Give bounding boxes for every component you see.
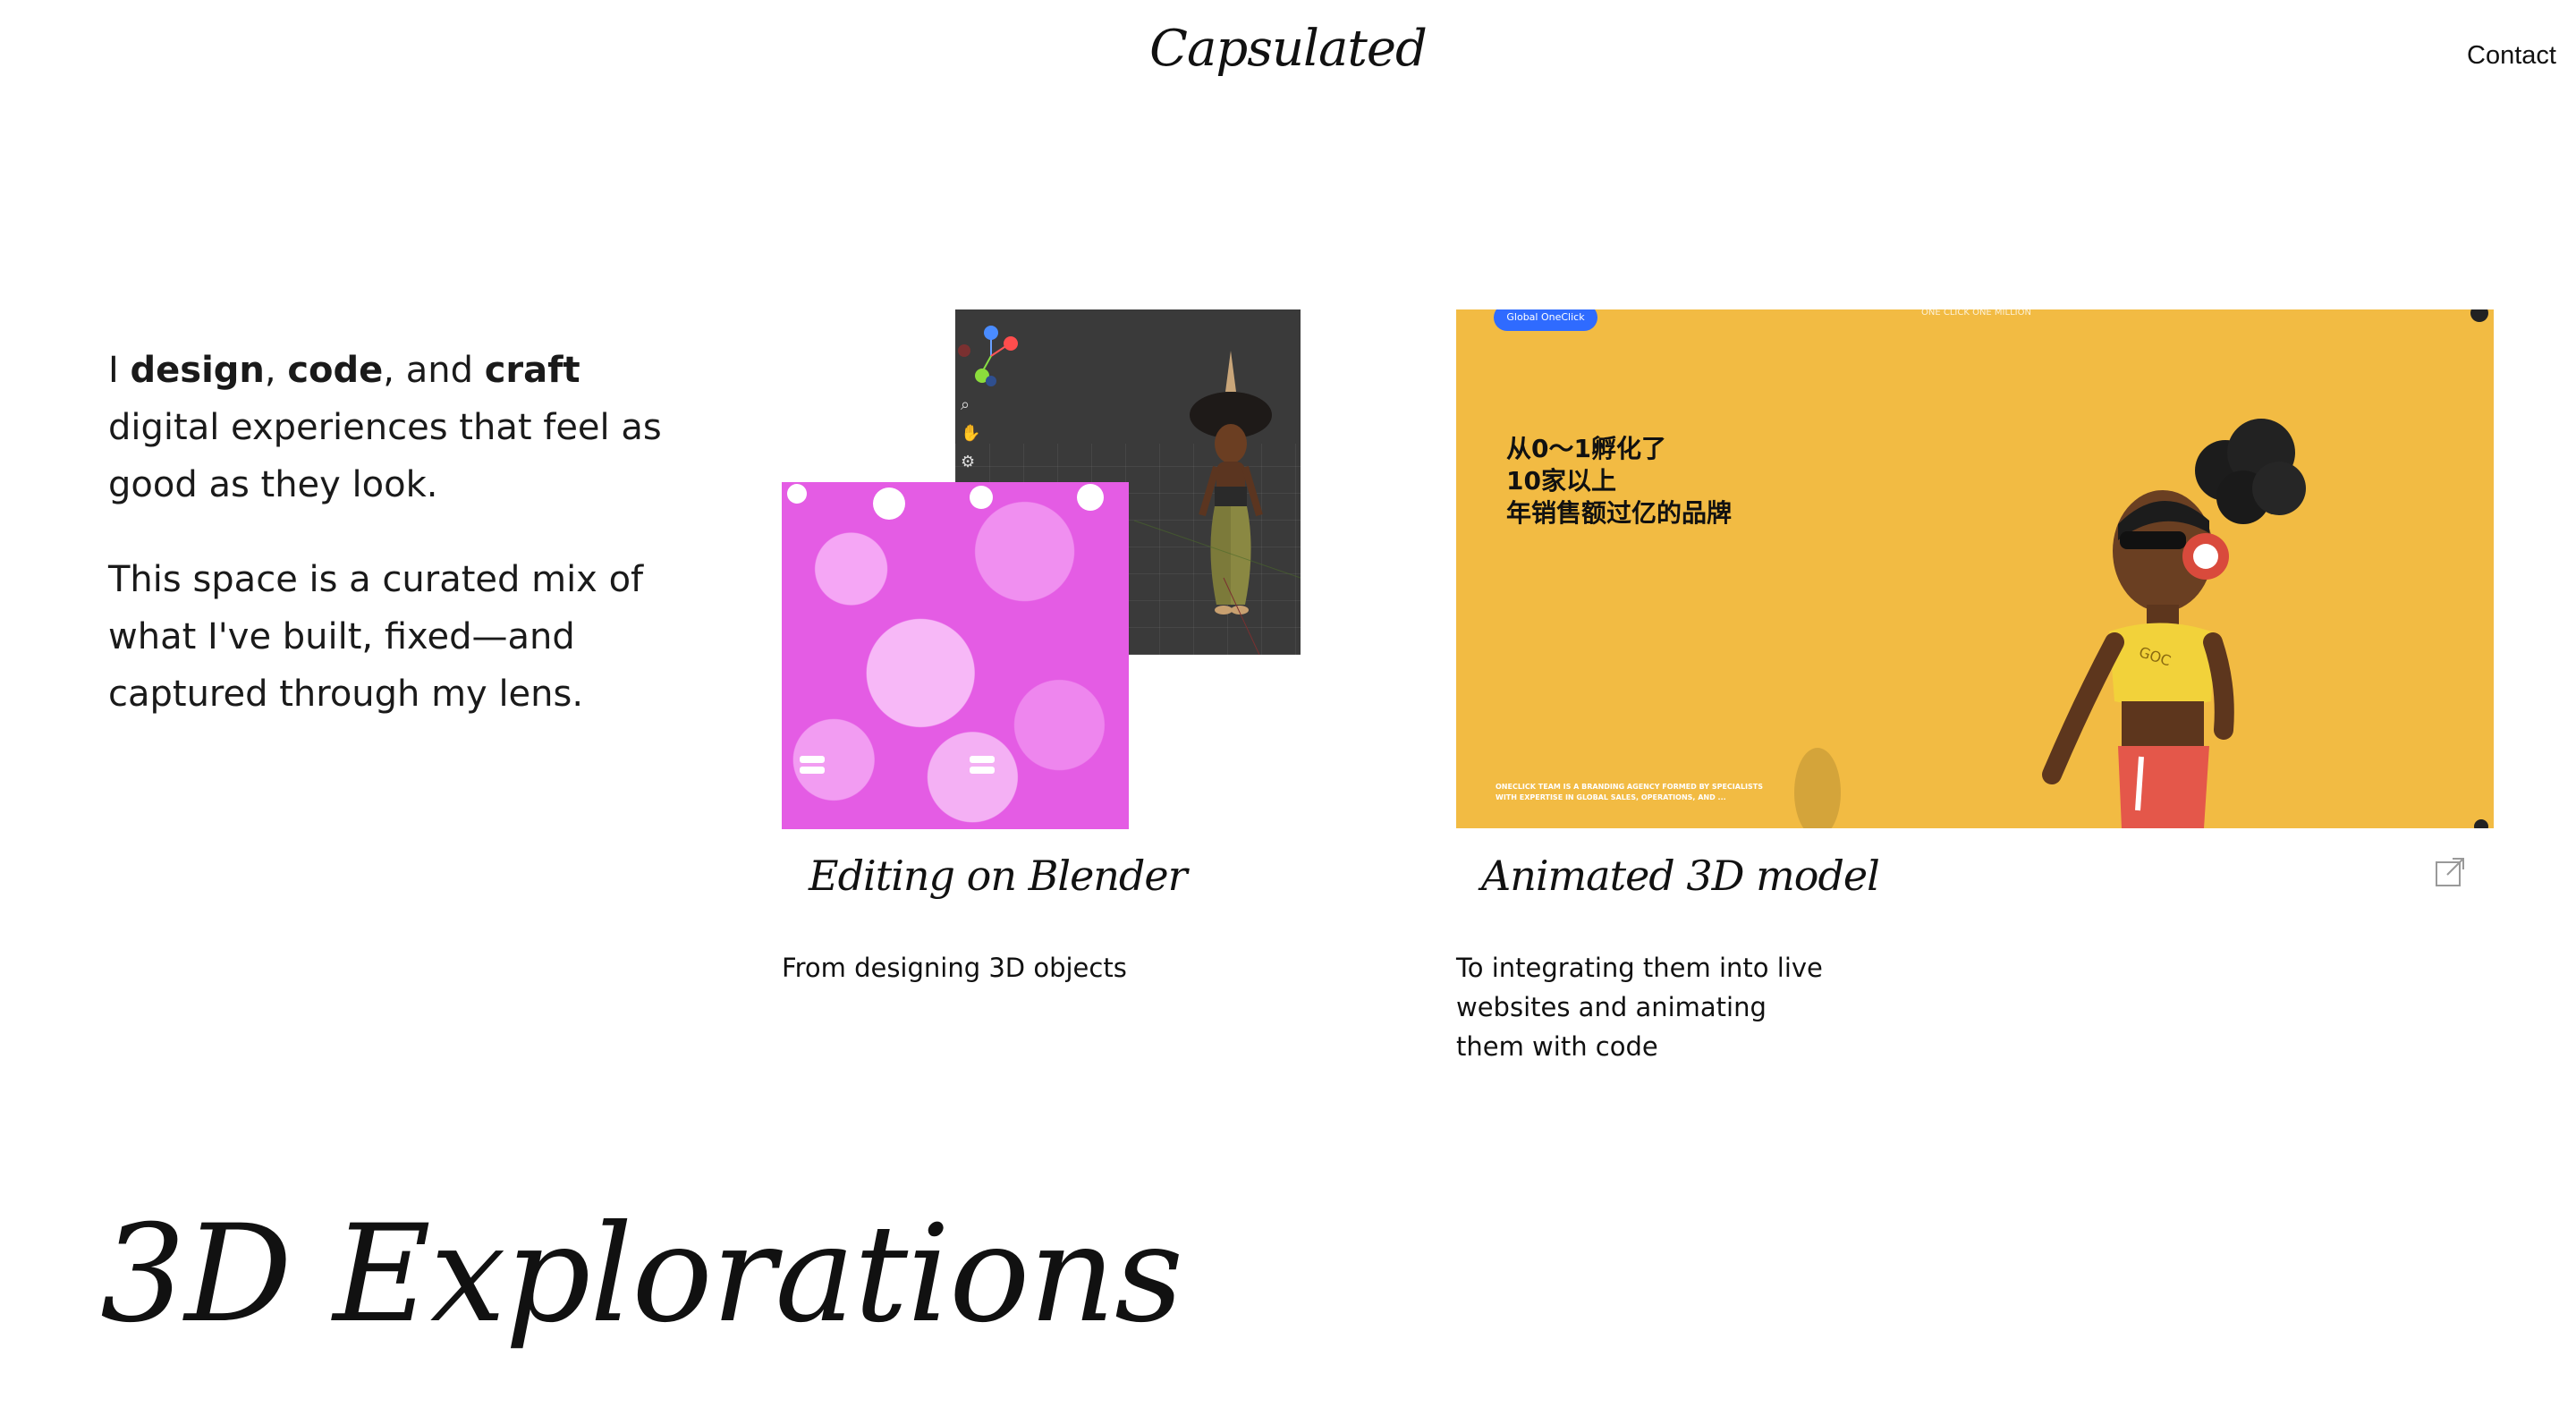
- project-title-animated[interactable]: Animated 3D model: [1481, 852, 1880, 900]
- project-desc-animated: To integrating them into live websites a…: [1456, 953, 1823, 1062]
- intro-text: I design, code, and craft digital experi…: [108, 342, 681, 760]
- intro-prefix: I: [108, 350, 131, 391]
- project-desc-blender: From designing 3D objects: [782, 953, 1127, 983]
- intro-bold-craft: craft: [484, 350, 580, 391]
- uv-mark: [800, 756, 825, 763]
- uv-mark: [800, 767, 825, 774]
- intro-sep: , and: [383, 350, 485, 391]
- intro-bold-code: code: [287, 350, 384, 391]
- section-title: 3D Explorations: [100, 1197, 1183, 1352]
- zoom-icon[interactable]: ⌕: [961, 397, 977, 413]
- animated-model-image[interactable]: Global OneClick ONE CLICK ONE MILLION 从0…: [1456, 309, 2494, 828]
- intro-paragraph-1: I design, code, and craft digital experi…: [108, 342, 681, 513]
- intro-bold-design: design: [130, 350, 265, 391]
- hand-icon[interactable]: ✋: [961, 426, 980, 442]
- uv-mark: [970, 756, 995, 763]
- intro-rest: digital experiences that feel as good as…: [108, 407, 662, 505]
- uv-highlight: [970, 486, 993, 509]
- intro-paragraph-2: This space is a curated mix of what I've…: [108, 559, 644, 715]
- uv-highlight: [787, 484, 807, 504]
- intro-sep: ,: [264, 350, 288, 391]
- contact-link[interactable]: Contact: [2467, 41, 2556, 71]
- project-title-blender[interactable]: Editing on Blender: [809, 852, 1188, 900]
- external-link-icon[interactable]: [2435, 857, 2465, 887]
- site-logo[interactable]: Capsulated: [0, 20, 2576, 78]
- uv-highlight: [1077, 484, 1104, 511]
- uv-highlight: [873, 487, 905, 520]
- camera-icon[interactable]: ⚙: [961, 454, 977, 470]
- character-illustration: GOC: [1794, 309, 2488, 828]
- uv-texture-image[interactable]: [782, 482, 1129, 829]
- uv-mark: [970, 767, 995, 774]
